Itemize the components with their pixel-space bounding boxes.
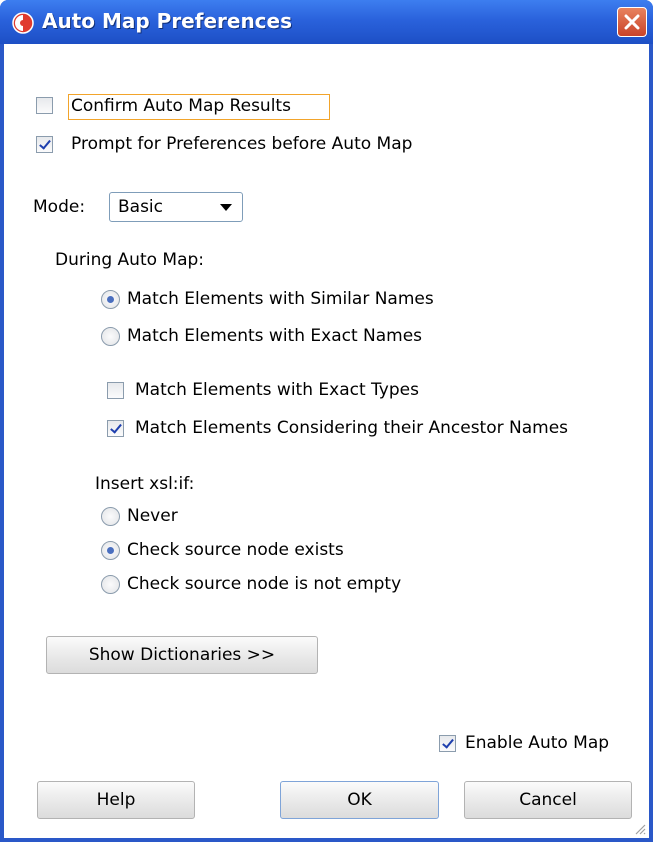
confirm-auto-map-label[interactable]: Confirm Auto Map Results bbox=[71, 96, 291, 116]
dialog-body: Confirm Auto Map Results Prompt for Pref… bbox=[4, 44, 649, 838]
cancel-button[interactable]: Cancel bbox=[464, 781, 632, 819]
exact-types-label[interactable]: Match Elements with Exact Types bbox=[135, 380, 419, 400]
exact-names-label[interactable]: Match Elements with Exact Names bbox=[127, 326, 422, 346]
never-label[interactable]: Never bbox=[127, 506, 178, 526]
source-exists-radio[interactable] bbox=[101, 541, 120, 560]
ancestor-names-label[interactable]: Match Elements Considering their Ancesto… bbox=[135, 418, 568, 438]
ancestor-names-checkbox[interactable] bbox=[107, 420, 124, 437]
never-radio[interactable] bbox=[101, 507, 120, 526]
prompt-preferences-checkbox[interactable] bbox=[36, 136, 53, 153]
title-bar[interactable]: Auto Map Preferences bbox=[0, 0, 653, 44]
exact-types-checkbox[interactable] bbox=[107, 382, 124, 399]
source-not-empty-label[interactable]: Check source node is not empty bbox=[127, 574, 401, 594]
exact-names-radio[interactable] bbox=[101, 327, 120, 346]
enable-auto-map-checkbox[interactable] bbox=[439, 735, 456, 752]
during-heading: During Auto Map: bbox=[55, 250, 205, 270]
dropdown-arrow-icon bbox=[220, 204, 232, 211]
help-button[interactable]: Help bbox=[37, 781, 195, 819]
ok-button[interactable]: OK bbox=[280, 781, 439, 819]
source-not-empty-radio[interactable] bbox=[101, 575, 120, 594]
oracle-logo-icon bbox=[12, 12, 34, 34]
confirm-auto-map-checkbox[interactable] bbox=[36, 97, 53, 114]
resize-grip-icon[interactable] bbox=[634, 823, 646, 835]
similar-names-label[interactable]: Match Elements with Similar Names bbox=[127, 289, 434, 309]
mode-value: Basic bbox=[118, 197, 164, 217]
mode-select[interactable]: Basic bbox=[109, 192, 243, 222]
close-icon bbox=[624, 14, 640, 30]
dialog-title: Auto Map Preferences bbox=[42, 9, 292, 33]
close-button[interactable] bbox=[617, 7, 647, 37]
prompt-preferences-label[interactable]: Prompt for Preferences before Auto Map bbox=[71, 134, 412, 154]
dialog-window: Auto Map Preferences Confirm Auto Map Re… bbox=[0, 0, 653, 842]
insert-if-heading: Insert xsl:if: bbox=[95, 474, 195, 494]
similar-names-radio[interactable] bbox=[101, 290, 120, 309]
mode-label: Mode: bbox=[33, 197, 86, 217]
source-exists-label[interactable]: Check source node exists bbox=[127, 540, 344, 560]
enable-auto-map-label[interactable]: Enable Auto Map bbox=[465, 733, 609, 753]
show-dictionaries-button[interactable]: Show Dictionaries >> bbox=[46, 636, 318, 674]
